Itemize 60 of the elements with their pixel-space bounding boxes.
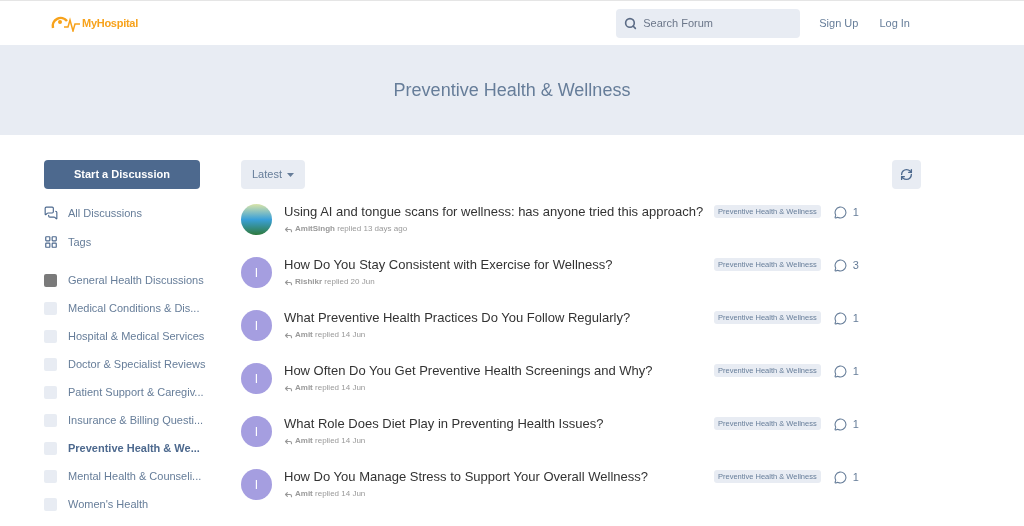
chat-bubbles-icon xyxy=(44,206,58,220)
reply-count: 3 xyxy=(852,258,859,273)
reply-info: Amit replied 14 Jun xyxy=(295,488,366,500)
tag-link[interactable]: Doctor & Specialist Reviews xyxy=(44,356,220,372)
comment-icon xyxy=(833,258,847,272)
header-link[interactable]: Log In xyxy=(879,14,910,32)
discussion-title[interactable]: Using AI and tongue scans for wellness: has anyone tried this approach? xyxy=(284,204,716,220)
avatar: I xyxy=(241,469,272,500)
tag-link[interactable]: Mental Health & Counseli... xyxy=(44,468,220,484)
reply-info: Amit replied 14 Jun xyxy=(295,382,366,394)
grid-icon xyxy=(44,235,58,249)
reply-count: 1 xyxy=(852,364,859,379)
tag-link[interactable]: General Health Discussions xyxy=(44,272,220,288)
discussion-title[interactable]: How Often Do You Get Preventive Health Screenings and Why? xyxy=(284,363,716,379)
avatar: I xyxy=(241,310,272,341)
tag-link[interactable]: Insurance & Billing Questi... xyxy=(44,412,220,428)
discussion-title[interactable]: What Role Does Diet Play in Preventing Health Issues? xyxy=(284,416,716,432)
logo-icon xyxy=(50,14,80,32)
discussion-title[interactable]: How Do You Manage Stress to Support Your Overall Wellness? xyxy=(284,469,716,485)
reply-icon xyxy=(284,277,293,287)
tag-link[interactable]: Medical Conditions & Dis... xyxy=(44,300,220,316)
refresh-button[interactable] xyxy=(892,160,921,189)
tag-link[interactable]: Women's Health xyxy=(44,496,220,512)
avatar: I xyxy=(241,257,272,288)
comment-icon xyxy=(833,417,847,431)
comment-icon xyxy=(833,311,847,325)
reply-icon xyxy=(284,489,293,499)
tag-link[interactable]: Preventive Health & We... xyxy=(44,440,220,456)
nav-link[interactable]: Tags xyxy=(44,234,220,250)
comment-icon xyxy=(833,364,847,378)
reply-count: 1 xyxy=(852,205,859,220)
nav-link[interactable]: All Discussions xyxy=(44,205,220,221)
sort-dropdown[interactable]: Latest xyxy=(241,160,305,189)
avatar: I xyxy=(241,416,272,447)
tag-link[interactable]: Patient Support & Caregiv... xyxy=(44,384,220,400)
reply-count: 1 xyxy=(852,311,859,326)
discussion-title[interactable]: How Do You Stay Consistent with Exercise for Wellness? xyxy=(284,257,716,273)
hero-title: Preventive Health & Wellness xyxy=(393,78,631,102)
discussion-title[interactable]: What Preventive Health Practices Do You Follow Regularly? xyxy=(284,310,716,326)
reply-count: 1 xyxy=(852,470,859,485)
reply-info: Amit replied 14 Jun xyxy=(295,329,366,341)
start-discussion-button[interactable]: Start a Discussion xyxy=(44,160,200,189)
tag-link[interactable]: Hospital & Medical Services xyxy=(44,328,220,344)
reply-info: AmitSingh replied 13 days ago xyxy=(295,223,408,235)
avatar: I xyxy=(241,363,272,394)
header-link[interactable]: Sign Up xyxy=(819,14,859,32)
reply-icon xyxy=(284,330,293,340)
search-icon xyxy=(624,16,638,30)
avatar-photo-placeholder xyxy=(241,204,272,235)
reply-icon xyxy=(284,224,293,234)
search-field[interactable]: Search Forum xyxy=(616,8,801,38)
reply-icon xyxy=(284,383,293,393)
reply-info: Rishikr replied 20 Jun xyxy=(295,276,375,288)
caret-icon xyxy=(286,172,294,177)
reply-icon xyxy=(284,436,293,446)
reply-info: Amit replied 14 Jun xyxy=(295,435,366,447)
refresh-icon xyxy=(900,168,913,181)
comment-icon xyxy=(833,470,847,484)
reply-count: 1 xyxy=(852,417,859,432)
comment-icon xyxy=(833,205,847,219)
